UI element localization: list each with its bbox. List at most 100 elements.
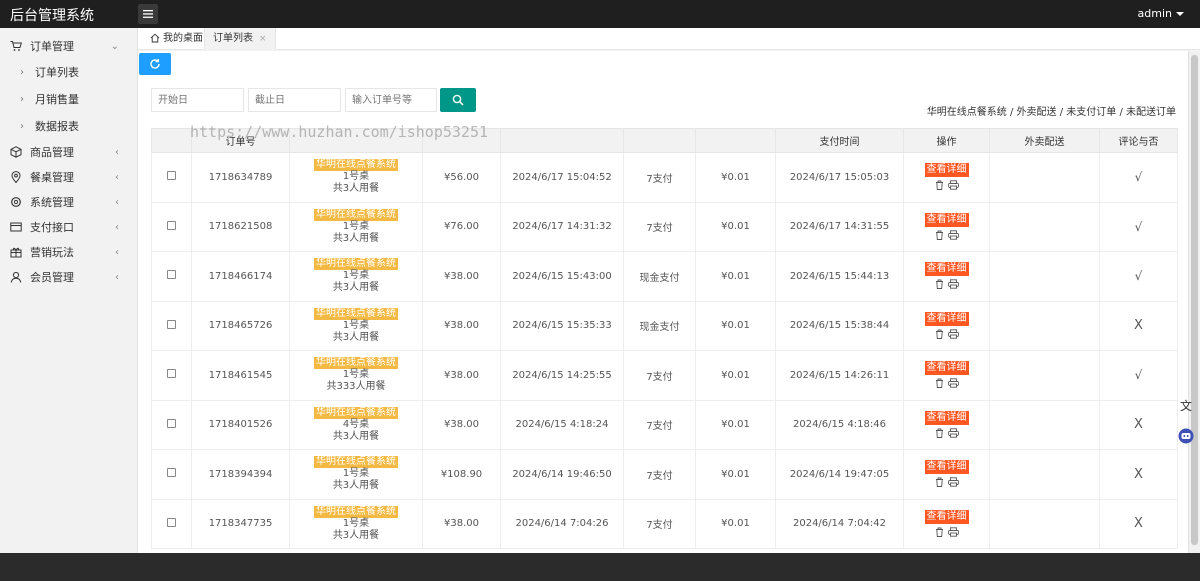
- view-details-button[interactable]: 查看详细: [924, 262, 969, 277]
- row-checkbox[interactable]: [167, 220, 176, 230]
- order-time: 2024/6/14 7:04:26: [500, 498, 624, 549]
- row-action-icons: [905, 378, 989, 389]
- delivery-status: [989, 449, 1100, 500]
- sidebar-item-tables[interactable]: 餐桌管理 ‹: [0, 165, 137, 190]
- sidebar: 订单管理 ⌄ › 订单列表 › 月销售量 › 数据报表 商品管理 ‹ 餐桌管理 ‹ 系…: [0, 28, 138, 553]
- paid-amount: ¥0.01: [695, 300, 776, 351]
- row-checkbox[interactable]: [167, 319, 176, 329]
- row-checkbox[interactable]: [167, 369, 176, 379]
- column-header: [151, 128, 192, 153]
- view-details-button[interactable]: 查看详细: [924, 460, 969, 475]
- print-icon[interactable]: [947, 527, 959, 537]
- order-search-input[interactable]: [345, 88, 437, 112]
- sidebar-subitem-data-report[interactable]: › 数据报表: [0, 113, 137, 140]
- row-checkbox-cell: [151, 498, 192, 549]
- chevron-left-icon: ‹: [115, 222, 119, 233]
- actions-cell: 查看详细: [903, 201, 990, 252]
- view-details-button[interactable]: 查看详细: [924, 163, 969, 178]
- assistant-icon[interactable]: [1178, 428, 1194, 444]
- app-title: 后台管理系统: [10, 8, 94, 24]
- table-number: 1号桌: [342, 319, 370, 331]
- view-details-button[interactable]: 查看详细: [924, 361, 969, 376]
- view-details-button[interactable]: 查看详细: [924, 509, 969, 524]
- table-row: 1718461545 华明在线点餐系统 1号桌 共333人用餐 ¥38.00 2024/6…: [151, 350, 1178, 401]
- user-menu[interactable]: admin: [1138, 7, 1184, 20]
- row-checkbox[interactable]: [167, 270, 176, 280]
- trash-icon[interactable]: [935, 477, 944, 488]
- sidebar-subitem-order-list[interactable]: › 订单列表: [0, 59, 137, 86]
- row-checkbox-cell: [151, 251, 192, 302]
- start-date-input[interactable]: [151, 88, 244, 112]
- end-date-input[interactable]: [248, 88, 341, 112]
- trash-icon[interactable]: [935, 527, 944, 537]
- order-time: 2024/6/17 15:04:52: [500, 152, 624, 203]
- payment-method: 现金支付: [623, 300, 696, 351]
- row-checkbox-cell: [151, 201, 192, 252]
- sidebar-item-payment[interactable]: 支付接口 ‹: [0, 215, 137, 240]
- scrollbar[interactable]: [1188, 51, 1200, 553]
- view-details-button[interactable]: 查看详细: [924, 311, 969, 326]
- print-icon[interactable]: [947, 180, 959, 190]
- paid-amount: ¥0.01: [695, 350, 776, 401]
- refresh-button[interactable]: [139, 53, 171, 75]
- tab-order-list[interactable]: 订单列表 ×: [204, 28, 276, 50]
- diner-count: 共3人用餐: [332, 232, 380, 244]
- row-checkbox[interactable]: [167, 517, 176, 527]
- row-checkbox[interactable]: [167, 171, 176, 181]
- order-price: ¥38.00: [422, 498, 501, 549]
- sidebar-item-orders[interactable]: 订单管理 ⌄: [0, 34, 137, 59]
- sidebar-item-system[interactable]: 系统管理 ‹: [0, 190, 137, 215]
- close-icon[interactable]: ×: [259, 34, 267, 44]
- translate-icon[interactable]: 文: [1178, 398, 1194, 414]
- trash-icon[interactable]: [935, 230, 944, 240]
- table-number: 1号桌: [342, 468, 370, 480]
- user-name: admin: [1137, 7, 1172, 20]
- row-checkbox[interactable]: [167, 468, 176, 478]
- order-info-cell: 华明在线点餐系统 1号桌 共3人用餐: [289, 498, 423, 549]
- tab-home[interactable]: 我的桌面: [142, 28, 211, 50]
- table-row: 1718634789 华明在线点餐系统 1号桌 共3人用餐 ¥56.00 2024/6/1…: [151, 152, 1178, 203]
- paid-amount: ¥0.01: [695, 498, 776, 549]
- scrollbar-thumb[interactable]: [1191, 55, 1198, 545]
- sidebar-item-label: 支付接口: [30, 221, 74, 234]
- search-button[interactable]: [440, 88, 476, 112]
- row-checkbox[interactable]: [167, 418, 176, 428]
- trash-icon[interactable]: [935, 279, 944, 290]
- menu-toggle-button[interactable]: [138, 4, 158, 24]
- review-status: √: [1099, 251, 1178, 302]
- print-icon[interactable]: [947, 477, 959, 487]
- shop-badge: 华明在线点餐系统: [314, 208, 398, 221]
- row-action-icons: [905, 428, 989, 439]
- actions-cell: 查看详细: [903, 251, 990, 302]
- column-header-actions: 操作: [903, 128, 990, 153]
- table-row: 1718394394 华明在线点餐系统 1号桌 共3人用餐 ¥108.90 2024/6/…: [151, 449, 1178, 500]
- orders-table: 订单号 支付时间 操作 外卖配送 评论与否 1718634789 华明在线点餐系统…: [151, 128, 1178, 549]
- table-number: 1号桌: [342, 369, 370, 381]
- paid-time: 2024/6/17 15:05:03: [775, 152, 904, 203]
- print-icon[interactable]: [947, 378, 959, 388]
- trash-icon[interactable]: [935, 329, 944, 339]
- order-id: 1718621508: [191, 201, 290, 252]
- chevron-left-icon: ‹: [115, 272, 119, 283]
- diner-count: 共3人用餐: [332, 183, 380, 195]
- order-price: ¥38.00: [422, 300, 501, 351]
- print-icon[interactable]: [947, 428, 959, 438]
- trash-icon[interactable]: [935, 378, 944, 389]
- print-icon[interactable]: [947, 230, 959, 240]
- sidebar-item-members[interactable]: 会员管理 ‹: [0, 265, 137, 290]
- sidebar-item-products[interactable]: 商品管理 ‹: [0, 140, 137, 165]
- paid-time: 2024/6/17 14:31:55: [775, 201, 904, 252]
- sidebar-subitem-label: 月销售量: [35, 93, 79, 106]
- sidebar-item-marketing[interactable]: 营销玩法 ‹: [0, 240, 137, 265]
- row-action-icons: [905, 527, 989, 538]
- review-status: X: [1099, 449, 1178, 500]
- view-details-button[interactable]: 查看详细: [924, 410, 969, 425]
- diner-count: 共3人用餐: [332, 282, 380, 294]
- view-details-button[interactable]: 查看详细: [924, 212, 969, 227]
- print-icon[interactable]: [947, 279, 959, 289]
- trash-icon[interactable]: [935, 428, 944, 438]
- table-number: 1号桌: [342, 220, 370, 232]
- sidebar-subitem-monthly-sales[interactable]: › 月销售量: [0, 86, 137, 113]
- trash-icon[interactable]: [935, 180, 944, 191]
- print-icon[interactable]: [947, 329, 959, 339]
